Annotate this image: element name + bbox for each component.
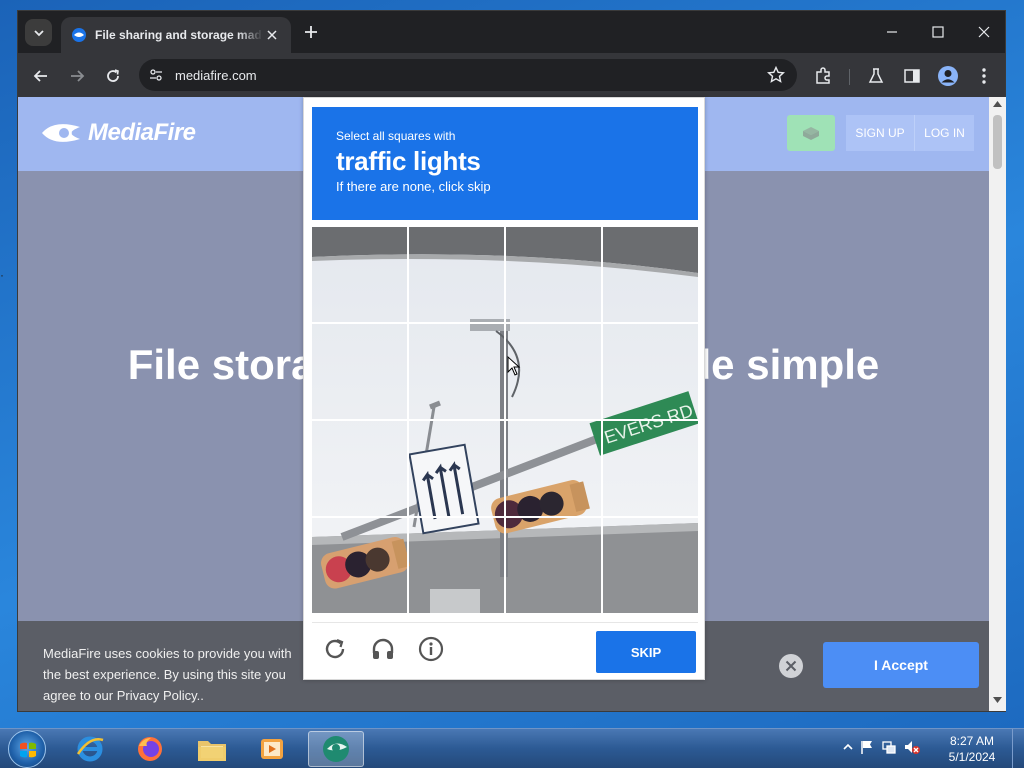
extensions-button[interactable] bbox=[810, 63, 836, 89]
firefox-icon bbox=[138, 737, 162, 761]
arrow-right-icon bbox=[71, 70, 85, 82]
captcha-tile-11[interactable] bbox=[506, 421, 601, 516]
windows-logo-icon bbox=[20, 742, 36, 758]
system-tray bbox=[843, 739, 921, 755]
reload-icon bbox=[107, 69, 119, 82]
close-icon bbox=[978, 26, 990, 38]
desktop-edge-glyph: · bbox=[0, 268, 4, 282]
taskbar-internet-explorer[interactable] bbox=[62, 731, 118, 767]
close-window-button[interactable] bbox=[970, 19, 998, 45]
captcha-tile-13[interactable] bbox=[312, 518, 407, 613]
info-icon bbox=[418, 636, 444, 662]
captcha-tile-4[interactable] bbox=[603, 227, 698, 322]
taskbar-media-player[interactable] bbox=[244, 731, 300, 767]
captcha-tile-9[interactable] bbox=[312, 421, 407, 516]
tab-mediafire[interactable]: File sharing and storage made simple bbox=[61, 17, 291, 53]
captcha-hint: If there are none, click skip bbox=[336, 179, 491, 194]
refresh-icon bbox=[325, 638, 345, 659]
taskbar: 8:27 AM 5/1/2024 bbox=[0, 728, 1024, 768]
action-center-flag-icon[interactable] bbox=[859, 739, 875, 755]
network-icon[interactable] bbox=[881, 739, 897, 755]
back-button[interactable] bbox=[28, 63, 54, 89]
reload-button[interactable] bbox=[100, 63, 126, 89]
new-tab-button[interactable] bbox=[300, 21, 322, 43]
taskbar-explorer[interactable] bbox=[184, 731, 240, 767]
headphones-icon bbox=[372, 638, 394, 659]
side-panel-button[interactable] bbox=[899, 63, 925, 89]
tab-strip: File sharing and storage made simple bbox=[18, 11, 1005, 53]
captcha-tile-8[interactable] bbox=[603, 324, 698, 419]
toolbar-separator bbox=[849, 69, 850, 85]
url-text: mediafire.com bbox=[175, 67, 257, 83]
captcha-skip-button[interactable]: SKIP bbox=[596, 631, 696, 673]
cookie-dismiss-button[interactable] bbox=[778, 653, 804, 684]
close-circle-icon bbox=[779, 654, 803, 678]
bookmark-star-icon[interactable] bbox=[766, 65, 786, 89]
captcha-refresh-button[interactable] bbox=[321, 635, 349, 663]
captcha-target: traffic lights bbox=[336, 146, 481, 176]
accept-cookies-button[interactable]: I Accept bbox=[823, 642, 979, 688]
tab-close-icon[interactable] bbox=[263, 26, 281, 44]
scroll-down-arrow-icon[interactable] bbox=[993, 697, 1002, 703]
site-info-icon[interactable] bbox=[149, 68, 163, 82]
scroll-thumb[interactable] bbox=[993, 115, 1002, 169]
browser-toolbar: mediafire.com bbox=[18, 53, 1005, 97]
captcha-tile-6[interactable] bbox=[409, 324, 504, 419]
arrow-left-icon bbox=[33, 70, 47, 82]
captcha-info-button[interactable] bbox=[417, 635, 445, 663]
captcha-challenge: Select all squares with traffic lights I… bbox=[303, 97, 705, 680]
address-bar[interactable]: mediafire.com bbox=[139, 59, 797, 91]
captcha-footer: SKIP bbox=[312, 622, 698, 674]
profile-avatar-icon bbox=[938, 66, 958, 86]
tray-expand-icon[interactable] bbox=[843, 742, 853, 752]
tab-search-button[interactable] bbox=[25, 19, 52, 46]
chrome-app-icon bbox=[323, 736, 349, 762]
mouse-cursor-icon bbox=[507, 356, 521, 376]
media-player-icon bbox=[261, 739, 283, 759]
labs-button[interactable] bbox=[863, 63, 889, 89]
captcha-tile-16[interactable] bbox=[603, 518, 698, 613]
clock-time: 8:27 AM bbox=[949, 734, 995, 748]
volume-muted-icon[interactable] bbox=[903, 739, 921, 755]
puzzle-icon bbox=[816, 67, 830, 84]
scroll-up-arrow-icon[interactable] bbox=[993, 101, 1002, 107]
captcha-tile-5[interactable] bbox=[312, 324, 407, 419]
page-scrollbar[interactable] bbox=[989, 97, 1006, 711]
system-clock[interactable]: 8:27 AM 5/1/2024 bbox=[944, 733, 1000, 765]
side-panel-icon bbox=[904, 69, 920, 83]
mediafire-favicon-icon bbox=[72, 28, 86, 42]
cookie-text: MediaFire uses cookies to provide you wi… bbox=[43, 646, 292, 703]
taskbar-firefox[interactable] bbox=[122, 731, 178, 767]
captcha-image-grid: EVERS RD bbox=[312, 227, 698, 613]
plus-icon bbox=[305, 26, 317, 38]
internet-explorer-icon bbox=[76, 736, 104, 762]
chevron-down-icon bbox=[33, 29, 44, 36]
captcha-tile-12[interactable] bbox=[603, 421, 698, 516]
flask-icon bbox=[868, 68, 884, 83]
taskbar-chrome-active[interactable] bbox=[308, 731, 364, 767]
menu-button[interactable] bbox=[971, 63, 997, 89]
captcha-tile-2[interactable] bbox=[409, 227, 504, 322]
forward-button[interactable] bbox=[64, 63, 90, 89]
maximize-button[interactable] bbox=[924, 19, 952, 45]
clock-date: 5/1/2024 bbox=[948, 750, 996, 764]
show-desktop-button[interactable] bbox=[1012, 729, 1024, 768]
captcha-tile-14[interactable] bbox=[409, 518, 504, 613]
captcha-audio-button[interactable] bbox=[369, 635, 397, 663]
minimize-icon bbox=[887, 31, 897, 33]
captcha-tile-10[interactable] bbox=[409, 421, 504, 516]
maximize-icon bbox=[932, 26, 944, 38]
captcha-tile-1[interactable] bbox=[312, 227, 407, 322]
captcha-tile-3[interactable] bbox=[506, 227, 601, 322]
captcha-instruction: Select all squares with bbox=[336, 129, 456, 143]
folder-icon bbox=[198, 741, 226, 761]
minimize-button[interactable] bbox=[878, 19, 906, 45]
tab-title: File sharing and storage made simple bbox=[95, 28, 263, 42]
captcha-header: Select all squares with traffic lights I… bbox=[312, 107, 698, 220]
kebab-menu-icon bbox=[982, 68, 986, 84]
captcha-tile-15[interactable] bbox=[506, 518, 601, 613]
start-button[interactable] bbox=[8, 730, 46, 768]
profile-button[interactable] bbox=[935, 63, 961, 89]
